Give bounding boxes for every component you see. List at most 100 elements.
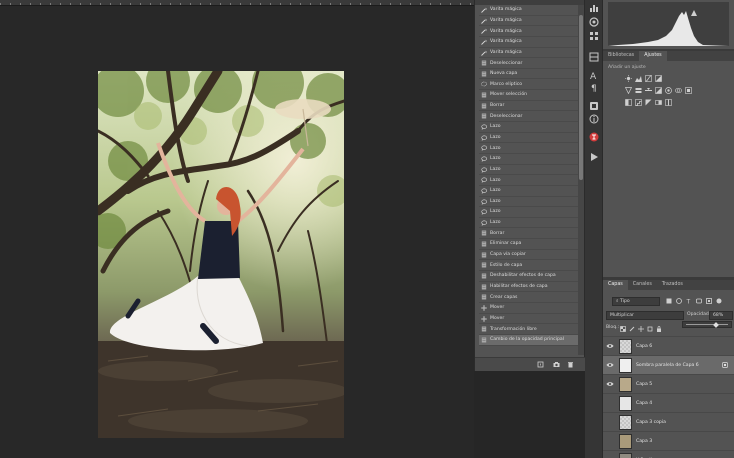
history-state[interactable]: Mover [479, 314, 578, 325]
history-state[interactable]: Lazo [479, 207, 578, 218]
curves-icon[interactable] [645, 75, 652, 82]
actions-play-icon[interactable] [589, 152, 599, 162]
history-state[interactable]: Lazo [479, 218, 578, 229]
layer-row[interactable]: Capa 3 [603, 431, 734, 450]
eye-icon[interactable] [606, 362, 614, 368]
history-state[interactable]: Deseleccionar [479, 58, 578, 69]
history-state[interactable]: Borrar [479, 101, 578, 112]
history-state[interactable]: Borrar [479, 228, 578, 240]
filter-smart-object-icon[interactable] [706, 298, 712, 304]
color-panel-icon[interactable] [589, 17, 599, 27]
filter-adjustment-icon[interactable] [676, 298, 682, 304]
layer-row[interactable]: Capa 5 [603, 374, 734, 393]
layer-row[interactable]: Sombra paralela de Capa 6 [603, 355, 734, 374]
threshold-icon[interactable] [645, 99, 652, 106]
lock-image-pixels-icon[interactable] [629, 326, 635, 332]
history-state[interactable]: Lazo [479, 143, 578, 154]
swatches-panel-icon[interactable] [589, 31, 599, 41]
history-state[interactable]: Marco elíptico [479, 79, 578, 91]
filter-pixel-icon[interactable] [666, 298, 672, 304]
layer-row[interactable]: Capa 4 [603, 393, 734, 412]
layer-row[interactable]: Capa 6 [603, 336, 734, 355]
tab-adjustments[interactable]: Ajustes [639, 51, 667, 61]
photo-filter-icon[interactable] [665, 87, 672, 94]
history-state[interactable]: Estilo de capa [479, 260, 578, 272]
tab-paths[interactable]: Trazados [657, 280, 688, 290]
history-state[interactable]: Varita mágica [479, 37, 578, 48]
history-state[interactable]: Lazo [479, 133, 578, 144]
document-icon [481, 337, 487, 343]
levels-icon[interactable] [635, 75, 642, 82]
history-state[interactable]: Mover [479, 303, 578, 314]
brightness-icon[interactable] [625, 75, 632, 82]
lock-position-icon[interactable] [638, 326, 644, 332]
history-state[interactable]: Nueva capa [479, 69, 578, 80]
history-state[interactable]: Capa vía copiar [479, 250, 578, 261]
history-state[interactable]: Deseleccionar [479, 111, 578, 123]
history-state[interactable]: Lazo [479, 165, 578, 176]
paragraph-panel-icon[interactable]: ¶ [589, 82, 599, 92]
opacity-field[interactable]: 68% [709, 311, 733, 320]
black-white-icon[interactable] [655, 87, 662, 94]
filter-toggle-icon[interactable] [716, 298, 722, 304]
history-state[interactable]: Lazo [479, 186, 578, 197]
tab-layers[interactable]: Capas [603, 280, 628, 290]
history-state[interactable]: Crear capas [479, 292, 578, 303]
layer-row[interactable]: Capa 3 copia [603, 412, 734, 431]
history-state[interactable]: Varita mágica [479, 16, 578, 27]
filter-type-icon[interactable]: T [686, 298, 692, 305]
history-state[interactable]: Lazo [479, 197, 578, 208]
opacity-slider[interactable] [682, 321, 732, 328]
glyphs-panel-icon[interactable] [589, 101, 599, 111]
history-scroll-thumb[interactable] [579, 15, 583, 180]
history-state[interactable]: Eliminar capa [479, 239, 578, 250]
color-balance-icon[interactable] [645, 87, 652, 94]
history-state[interactable]: Varita mágica [479, 26, 578, 37]
history-panel-icon[interactable] [589, 132, 599, 142]
eye-icon[interactable] [606, 343, 614, 349]
lock-transparent-pixels-icon[interactable] [620, 326, 626, 332]
blend-mode-select[interactable]: Multiplicar [606, 311, 684, 320]
invert-icon[interactable] [625, 99, 632, 106]
visibility-toggle[interactable] [606, 438, 614, 444]
visibility-toggle[interactable] [606, 419, 614, 425]
history-state[interactable]: Habilitar efectos de capa [479, 282, 578, 293]
libraries-panel-icon[interactable] [589, 52, 599, 62]
photo-image [98, 71, 344, 438]
history-state[interactable]: Varita mágica [479, 5, 578, 16]
channel-mixer-icon[interactable] [675, 87, 682, 94]
tab-channels[interactable]: Canales [628, 280, 657, 290]
filter-shape-icon[interactable] [696, 298, 702, 304]
eye-icon[interactable] [606, 381, 614, 387]
canvas-photo[interactable] [98, 71, 344, 438]
trash-icon[interactable] [567, 361, 574, 368]
history-state[interactable]: Lazo [479, 154, 578, 165]
vibrance-icon[interactable] [625, 87, 632, 94]
layer-row[interactable]: V-Pro II [603, 450, 734, 458]
info-panel-icon[interactable] [589, 114, 599, 124]
gradient-map-icon[interactable] [655, 99, 662, 106]
lock-all-icon[interactable] [656, 326, 662, 332]
history-state[interactable]: Varita mágica [479, 48, 578, 59]
hue-saturation-icon[interactable] [635, 87, 642, 94]
history-state[interactable]: Lazo [479, 122, 578, 133]
histogram-panel-icon[interactable] [589, 3, 599, 13]
visibility-toggle[interactable] [606, 400, 614, 406]
selective-color-icon[interactable] [665, 99, 672, 106]
posterize-icon[interactable] [635, 99, 642, 106]
tab-libraries[interactable]: Bibliotecas [603, 51, 639, 61]
history-state[interactable]: Cambio de la opacidad principal [479, 334, 578, 346]
history-state[interactable]: Transformación libre [479, 324, 578, 335]
character-panel-icon[interactable]: A [589, 70, 599, 80]
new-document-from-state-icon[interactable] [537, 361, 544, 368]
exposure-icon[interactable] [655, 75, 662, 82]
layer-filter-select[interactable]: ⌕ Tipo [612, 297, 660, 306]
history-state[interactable]: Deshabilitar efectos de capa [479, 271, 578, 282]
history-state[interactable]: Mover selección [479, 90, 578, 101]
color-lookup-icon[interactable] [685, 87, 692, 94]
lock-artboard-icon[interactable] [647, 326, 653, 332]
history-state[interactable]: Lazo [479, 175, 578, 186]
canvas-area[interactable] [0, 0, 474, 458]
camera-icon[interactable] [553, 361, 560, 368]
history-scrollbar[interactable] [578, 5, 584, 355]
